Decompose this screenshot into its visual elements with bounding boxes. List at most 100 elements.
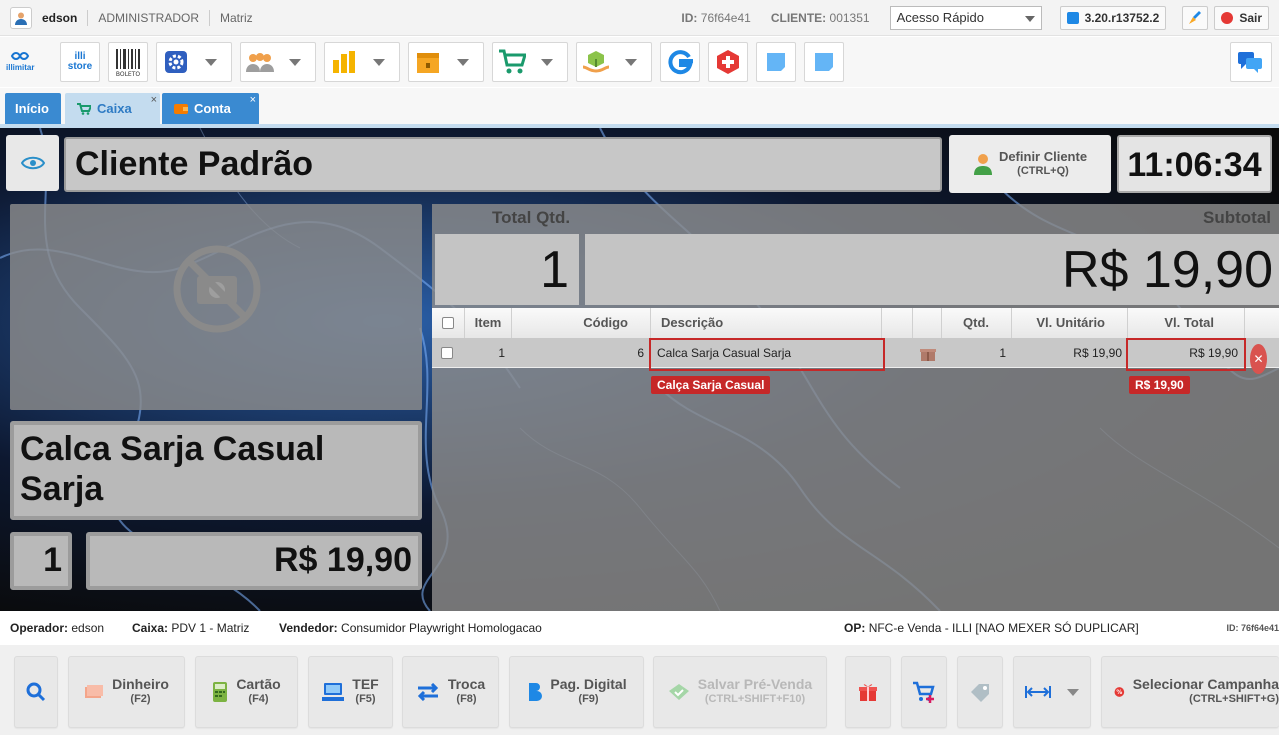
row-qty[interactable]: 1	[942, 338, 1006, 368]
select-all-checkbox[interactable]	[442, 317, 454, 329]
cash-button[interactable]: Dinheiro (F2)	[68, 656, 185, 728]
seller-info: Vendedor: Consumidor Playwright Homologa…	[279, 621, 542, 635]
bar-chart-icon	[325, 43, 363, 81]
column-total[interactable]: Vl. Total	[1128, 308, 1245, 338]
wallet-icon	[174, 103, 188, 114]
sale-panel: Total Qtd. Subtotal 1 R$ 19,90 Item Códi…	[432, 204, 1279, 611]
tab-inicio[interactable]: Início	[5, 93, 61, 124]
digital-payment-button[interactable]: Pag. Digital (F9)	[509, 656, 644, 728]
client-name-display: Cliente Padrão	[64, 137, 942, 192]
svg-text:%: %	[1116, 690, 1122, 696]
chat-icon	[1231, 43, 1269, 81]
user-avatar-icon[interactable]	[10, 6, 32, 29]
operation-info: OP: NFC-e Venda - ILLI [NAO MEXER SÓ DUP…	[844, 621, 1139, 635]
people-menu-button[interactable]	[240, 42, 316, 82]
pos-terminal-icon	[322, 683, 345, 701]
quick-access-value: Acesso Rápido	[896, 10, 985, 25]
tab-conta[interactable]: Conta ×	[162, 93, 259, 124]
column-code[interactable]: Código	[512, 308, 651, 338]
select-campaign-button[interactable]: % Selecionar Campanha (CTRL+SHIFT+G)	[1101, 656, 1279, 728]
search-button[interactable]	[14, 656, 58, 728]
note-icon	[805, 43, 843, 81]
column-qty[interactable]: Qtd.	[942, 308, 1012, 338]
power-icon	[1221, 12, 1234, 24]
settings-menu-button[interactable]	[156, 42, 232, 82]
digital-payment-icon	[529, 683, 543, 701]
chevron-down-icon	[195, 43, 227, 81]
note-button-2[interactable]	[804, 42, 844, 82]
column-item[interactable]: Item	[465, 308, 512, 338]
note-button-1[interactable]	[756, 42, 796, 82]
row-item: 1	[498, 346, 505, 360]
percent-badge-icon: %	[1114, 687, 1125, 697]
column-description[interactable]: Descrição	[651, 308, 882, 338]
note-icon	[757, 43, 795, 81]
inventory-menu-button[interactable]	[408, 42, 484, 82]
items-grid-header: Item Código Descrição Qtd. Vl. Unitário …	[432, 308, 1279, 338]
discount-button[interactable]	[957, 656, 1003, 728]
store-name: Matriz	[220, 10, 253, 25]
select-all-cell	[432, 308, 465, 338]
presale-icon	[668, 684, 689, 700]
illi-store-button[interactable]: illi store	[60, 42, 100, 82]
eye-icon	[20, 156, 45, 170]
info-icon	[1066, 12, 1079, 24]
toggle-view-button[interactable]	[6, 135, 59, 191]
product-qty-display: 1	[10, 532, 72, 590]
define-client-button[interactable]: Definir Cliente (CTRL+Q)	[949, 135, 1111, 193]
quick-access-select[interactable]: Acesso Rápido	[889, 6, 1042, 30]
width-menu-button[interactable]	[1013, 656, 1091, 728]
operator-info: Operador: edson	[10, 621, 105, 635]
status-bar: Operador: edson Caixa: PDV 1 - Matriz Ve…	[0, 611, 1279, 645]
user-icon	[973, 154, 992, 175]
search-icon	[26, 682, 46, 702]
exchange-button[interactable]: Troca (F8)	[402, 656, 499, 728]
total-qty-value: 1	[435, 234, 579, 305]
clean-button[interactable]	[1182, 6, 1209, 30]
gear-icon	[157, 43, 195, 81]
column-unit-price[interactable]: Vl. Unitário	[1012, 308, 1128, 338]
chevron-down-icon	[615, 43, 647, 81]
barcode-icon: BOLETO	[109, 43, 147, 81]
user-name: edson	[42, 10, 78, 25]
product-name-display: Calca Sarja Casual Sarja	[10, 421, 422, 520]
gift-icon[interactable]	[920, 345, 936, 361]
version-button[interactable]: 3.20.r13752.2	[1059, 6, 1167, 30]
sync-button[interactable]	[660, 42, 700, 82]
row-unit-price: R$ 19,90	[1073, 346, 1122, 360]
swap-arrows-icon	[417, 683, 438, 701]
delivery-menu-button[interactable]	[576, 42, 652, 82]
close-tab-icon[interactable]: ×	[151, 94, 157, 106]
row-checkbox[interactable]	[441, 347, 453, 359]
add-to-cart-button[interactable]	[901, 656, 947, 728]
delete-item-icon[interactable]: ✕	[1250, 344, 1267, 374]
svg-text:BOLETO: BOLETO	[116, 71, 141, 77]
tef-button[interactable]: TEF (F5)	[308, 656, 393, 728]
product-photo	[10, 204, 422, 410]
row-select-cell	[441, 338, 453, 368]
illimitar-logo: illimitar	[6, 51, 34, 72]
logout-button[interactable]: Sair	[1214, 6, 1269, 30]
chevron-down-icon	[447, 43, 479, 81]
resize-width-icon	[1025, 686, 1051, 698]
row-gift-cell	[920, 338, 936, 368]
tab-caixa[interactable]: Caixa ×	[65, 93, 160, 124]
chevron-down-icon	[531, 43, 563, 81]
clock-display: 11:06:34	[1117, 135, 1272, 193]
close-tab-icon[interactable]: ×	[250, 94, 256, 106]
row-code: 6	[637, 346, 644, 360]
save-presale-button[interactable]: Salvar Pré-Venda (CTRL+SHIFT+F10)	[653, 656, 827, 728]
chat-button[interactable]	[1230, 42, 1272, 82]
define-client-text: Definir Cliente (CTRL+Q)	[998, 149, 1088, 177]
pos-main-area: Cliente Padrão Definir Cliente (CTRL+Q) …	[0, 128, 1279, 611]
boleto-button[interactable]: BOLETO	[108, 42, 148, 82]
gift-button[interactable]	[845, 656, 891, 728]
total-error-tooltip: R$ 19,90	[1129, 376, 1190, 394]
description-error-tooltip: Calça Sarja Casual	[651, 376, 771, 394]
reports-menu-button[interactable]	[324, 42, 400, 82]
sales-menu-button[interactable]	[492, 42, 568, 82]
top-bar: edson ADMINISTRADOR Matriz ID: 76f64e41 …	[0, 0, 1279, 36]
card-button[interactable]: Cartão (F4)	[195, 656, 298, 728]
health-button[interactable]	[708, 42, 748, 82]
box-icon	[409, 43, 447, 81]
